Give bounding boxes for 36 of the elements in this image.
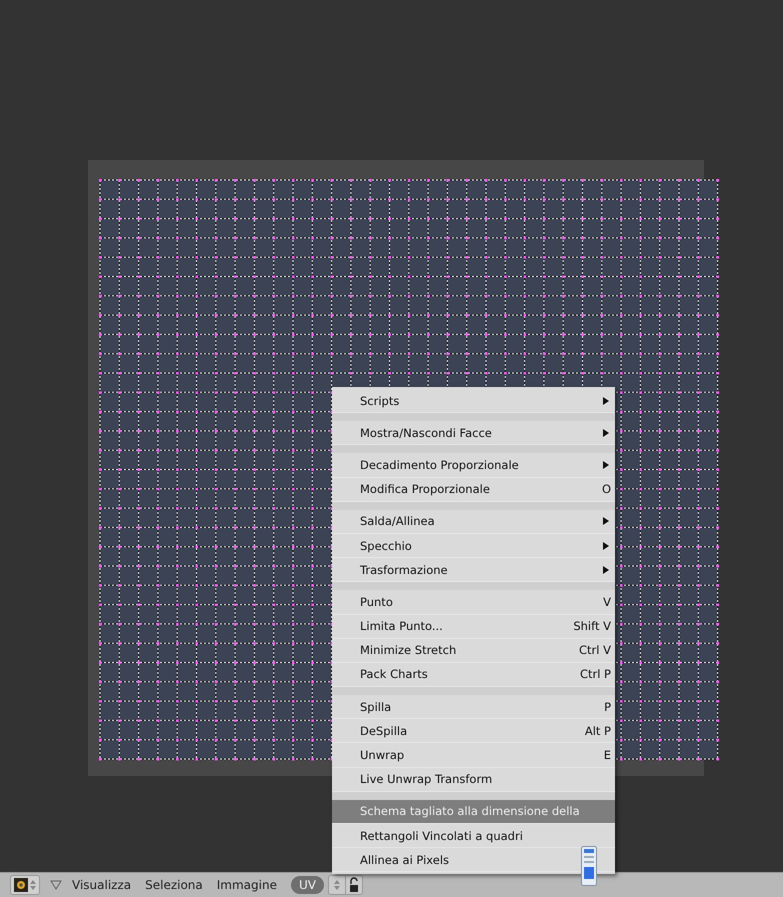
header-menu[interactable]: UV bbox=[290, 876, 324, 894]
header-menu[interactable]: Seleziona bbox=[145, 878, 203, 892]
submenu-arrow-icon bbox=[603, 428, 609, 437]
submenu-arrow-icon bbox=[603, 542, 609, 550]
shortcut-label: P bbox=[604, 700, 611, 714]
shortcut-label: Alt P bbox=[584, 724, 611, 738]
document-icon bbox=[581, 846, 597, 886]
shortcut-label: Shift V bbox=[573, 619, 611, 634]
submenu-arrow-icon bbox=[603, 566, 609, 574]
submenu-arrow-icon bbox=[603, 396, 609, 405]
header-menu[interactable]: Immagine bbox=[216, 878, 277, 892]
spinner-icon bbox=[332, 879, 341, 891]
editor-type-button[interactable] bbox=[10, 875, 40, 895]
header-menu[interactable]: Visualizza bbox=[72, 878, 132, 892]
menu-item[interactable]: Minimize Stretch Ctrl V bbox=[332, 638, 615, 663]
menu-item[interactable]: Punto V bbox=[332, 590, 615, 614]
menu-item[interactable]: Spilla P bbox=[332, 695, 615, 720]
editor-icon bbox=[14, 878, 28, 892]
menu-item[interactable]: DeSpilla Alt P bbox=[332, 719, 615, 744]
menu-item[interactable]: Unwrap E bbox=[332, 743, 615, 768]
menu-item[interactable]: Decadimento Proporzionale bbox=[332, 453, 615, 478]
menu-item[interactable]: Specchio bbox=[332, 534, 615, 558]
submenu-arrow-icon bbox=[603, 460, 609, 469]
menu-item[interactable]: Schema tagliato alla dimensione della bbox=[332, 800, 615, 824]
shortcut-label: V bbox=[603, 594, 611, 609]
shortcut-label: E bbox=[604, 748, 611, 762]
submenu-arrow-icon bbox=[603, 517, 609, 526]
shortcut-label: O bbox=[602, 482, 611, 496]
menu-item[interactable]: Limita Punto... Shift V bbox=[332, 614, 615, 639]
shortcut-label: Ctrl P bbox=[580, 667, 611, 682]
lock-icon bbox=[348, 877, 359, 893]
menu-item[interactable]: Salda/Allinea bbox=[332, 510, 615, 534]
collapse-triangle-icon[interactable] bbox=[50, 880, 62, 890]
lock-button[interactable] bbox=[346, 875, 363, 895]
shortcut-label: Ctrl V bbox=[579, 643, 611, 658]
spinner-icon bbox=[30, 879, 36, 891]
